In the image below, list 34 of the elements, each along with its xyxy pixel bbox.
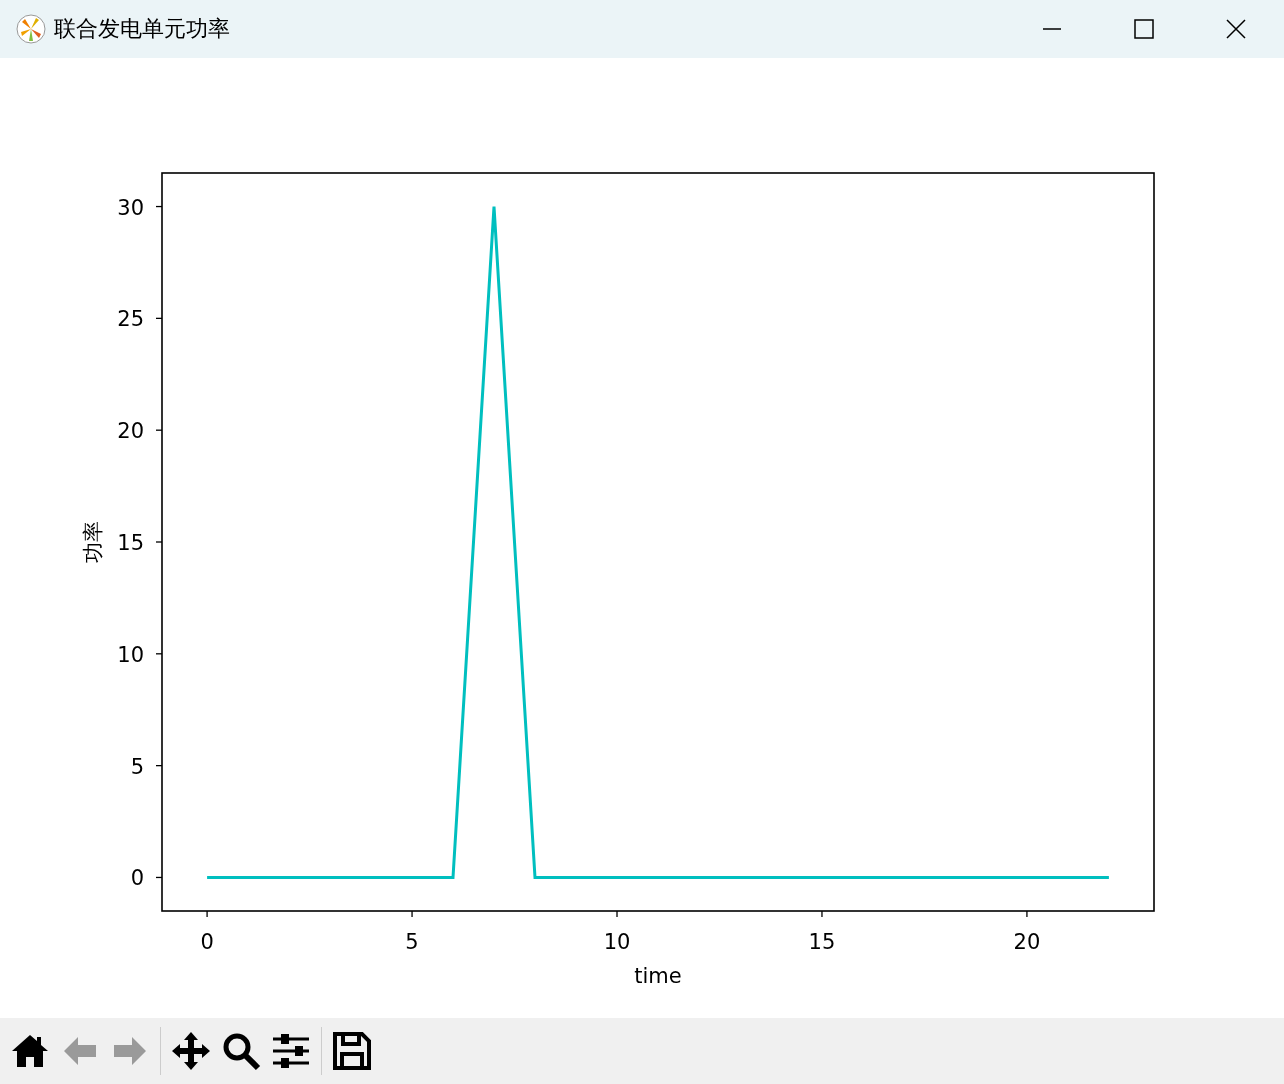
tick-mark xyxy=(155,317,163,319)
maximize-icon[interactable] xyxy=(1134,19,1154,39)
x-tick-label: 0 xyxy=(200,930,214,954)
x-tick-label: 10 xyxy=(603,930,631,954)
tick-mark xyxy=(155,429,163,431)
close-icon[interactable] xyxy=(1226,19,1246,39)
sliders-icon[interactable] xyxy=(271,1031,311,1071)
y-tick-label: 0 xyxy=(130,866,144,891)
x-axis-label: time xyxy=(634,964,682,988)
y-tick-label: 30 xyxy=(117,195,144,220)
tick-mark xyxy=(1026,910,1028,918)
y-tick-label: 5 xyxy=(130,754,144,779)
tick-mark xyxy=(821,910,823,918)
window-title: 联合发电单元功率 xyxy=(54,15,230,43)
move-icon[interactable] xyxy=(171,1031,211,1071)
x-tick-label: 5 xyxy=(405,930,419,954)
tick-mark xyxy=(155,653,163,655)
save-icon[interactable] xyxy=(332,1031,372,1071)
tick-mark xyxy=(155,541,163,543)
y-tick-label: 15 xyxy=(117,531,144,555)
y-axis-label: 功率 xyxy=(81,521,105,563)
x-tick-label: 15 xyxy=(808,930,836,954)
tick-mark xyxy=(155,876,163,879)
app-icon xyxy=(16,14,46,44)
y-tick-label: 10 xyxy=(117,642,144,667)
tick-mark xyxy=(155,765,163,767)
tick-mark xyxy=(411,910,413,918)
zoom-icon[interactable] xyxy=(221,1031,261,1071)
tick-mark xyxy=(206,910,208,918)
x-tick-label: 20 xyxy=(1013,930,1041,954)
tick-mark xyxy=(155,205,163,208)
tick-mark xyxy=(616,910,618,918)
y-tick-label: 25 xyxy=(117,307,144,332)
y-tick-label: 20 xyxy=(117,419,144,444)
